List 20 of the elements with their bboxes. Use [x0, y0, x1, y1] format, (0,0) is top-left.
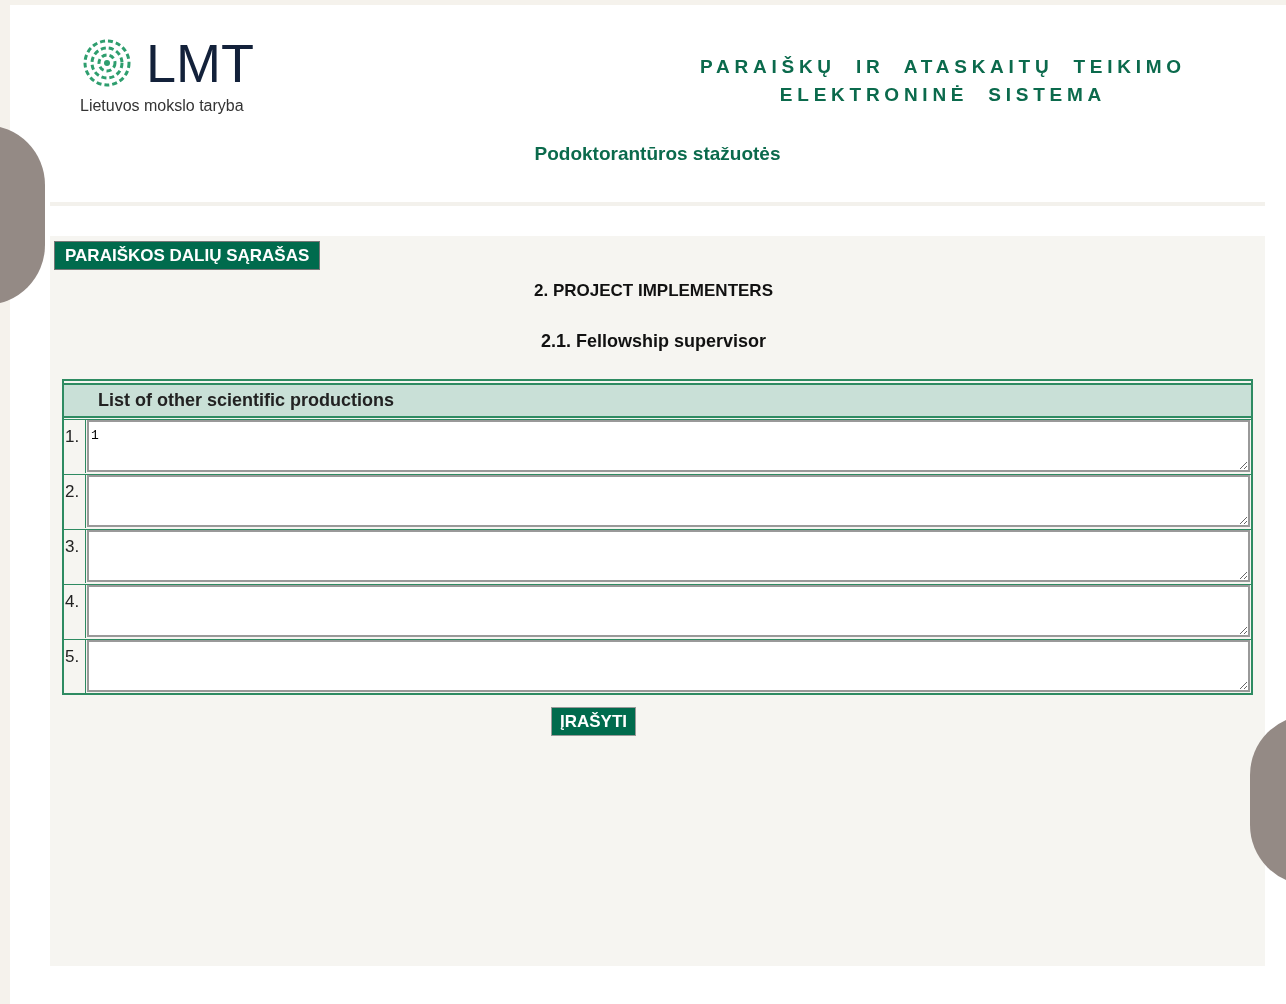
- program-title: Podoktorantūros stažuotės: [534, 142, 781, 166]
- text-area[interactable]: [87, 584, 1250, 637]
- section-title: 2. PROJECT IMPLEMENTERS: [534, 280, 773, 302]
- row-number: 5.: [64, 639, 86, 693]
- text-area[interactable]: [87, 639, 1250, 692]
- system-title: PARAIŠKŲ IR ATASKAITŲ TEIKIMO: [700, 55, 1186, 79]
- row-number: 4.: [64, 584, 86, 638]
- row-number: 1.: [64, 419, 86, 473]
- logo-text: LMT: [146, 36, 254, 90]
- application-parts-button[interactable]: PARAIŠKOS DALIŲ SĄRAŠAS: [54, 240, 321, 270]
- row-number: 3.: [64, 529, 86, 583]
- text-area[interactable]: [87, 529, 1250, 582]
- subsection-title: 2.1. Fellowship supervisor: [540, 329, 767, 353]
- text-area[interactable]: 1: [87, 419, 1250, 472]
- system-title: ELEKTRONINĖ SISTEMA: [779, 83, 1107, 107]
- logo-tagline: Lietuvos mokslo taryba: [80, 96, 245, 116]
- text-area[interactable]: [87, 474, 1250, 527]
- row-number: 2.: [64, 474, 86, 528]
- save-button[interactable]: ĮRAŠYTI: [550, 706, 637, 736]
- table-header: List of other scientific productions: [98, 389, 394, 410]
